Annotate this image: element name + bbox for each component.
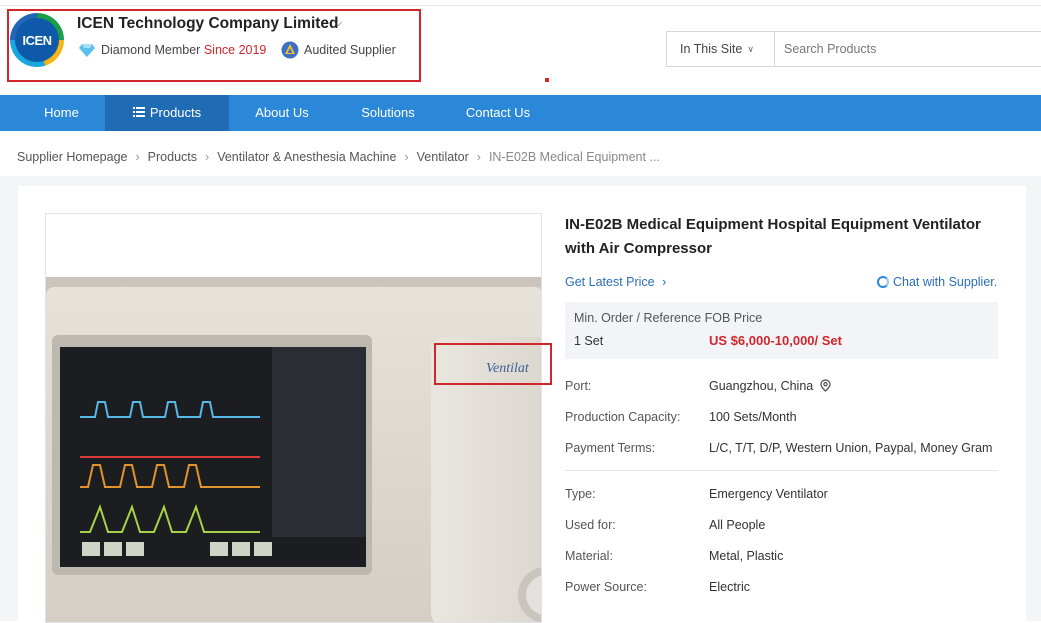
main-nav: Home Products About Us Solutions Contact… bbox=[0, 95, 1041, 131]
get-latest-price-link[interactable]: Get Latest Price › bbox=[565, 275, 666, 289]
chevron-down-icon: ∨ bbox=[747, 43, 754, 54]
nav-solutions[interactable]: Solutions bbox=[348, 95, 428, 131]
nav-products-label: Products bbox=[149, 105, 202, 120]
list-icon bbox=[132, 106, 145, 117]
marker-dot bbox=[545, 78, 549, 82]
product-photo: Ventilat bbox=[46, 277, 541, 622]
nav-products[interactable]: Products bbox=[105, 95, 229, 131]
diamond-member-icon bbox=[79, 44, 95, 57]
chat-with-supplier-link[interactable]: Chat with Supplier. bbox=[877, 275, 997, 289]
chevron-right-icon: › bbox=[205, 150, 210, 164]
attr-label-port: Port: bbox=[565, 379, 592, 393]
chat-with-supplier-label: Chat with Supplier. bbox=[893, 275, 998, 289]
nav-about-us[interactable]: About Us bbox=[241, 95, 323, 131]
nav-home[interactable]: Home bbox=[18, 95, 105, 131]
chat-icon bbox=[877, 276, 889, 288]
attr-value-used-for: All People bbox=[709, 518, 766, 532]
chevron-right-icon: › bbox=[476, 150, 481, 164]
product-title: IN-E02B Medical Equipment Hospital Equip… bbox=[565, 216, 981, 257]
chevron-right-icon: › bbox=[135, 150, 140, 164]
attr-label-material: Material: bbox=[565, 549, 613, 563]
attr-label-power-source: Power Source: bbox=[565, 580, 647, 594]
member-since: Since 2019 bbox=[203, 43, 267, 57]
company-logo[interactable]: ICEN bbox=[10, 13, 64, 67]
member-status: Diamond Member Since 2019 bbox=[101, 43, 266, 57]
search-input[interactable] bbox=[776, 32, 1036, 66]
location-pin-icon bbox=[820, 379, 831, 392]
attr-value-material: Metal, Plastic bbox=[709, 549, 784, 563]
nav-contact-us[interactable]: Contact Us bbox=[458, 95, 538, 131]
attr-value-payment: L/C, T/T, D/P, Western Union, Paypal, Mo… bbox=[709, 441, 993, 455]
audited-supplier-icon bbox=[281, 41, 299, 59]
attr-value-port: Guangzhou, China bbox=[709, 379, 831, 393]
get-latest-price-label: Get Latest Price bbox=[565, 275, 655, 289]
attr-label-payment: Payment Terms: bbox=[565, 441, 656, 455]
search-scope-select[interactable]: In This Site ∨ bbox=[667, 32, 775, 66]
breadcrumb-category[interactable]: Ventilator & Anesthesia Machine bbox=[217, 150, 396, 164]
attr-value-capacity: 100 Sets/Month bbox=[709, 410, 797, 424]
breadcrumb-supplier-homepage[interactable]: Supplier Homepage bbox=[17, 150, 128, 164]
breadcrumb-products[interactable]: Products bbox=[148, 150, 197, 164]
chevron-right-icon: › bbox=[404, 150, 409, 164]
top-border bbox=[0, 0, 1041, 6]
attr-value-power-source: Electric bbox=[709, 580, 750, 594]
attr-label-type: Type: bbox=[565, 487, 596, 501]
product-image-frame[interactable]: Ventilat bbox=[45, 213, 542, 623]
chevron-right-icon: › bbox=[662, 275, 667, 289]
company-name[interactable]: ICEN Technology Company Limited bbox=[77, 15, 339, 33]
price-header: Min. Order / Reference FOB Price bbox=[574, 311, 763, 325]
company-logo-text: ICEN bbox=[15, 18, 59, 62]
price-box: Min. Order / Reference FOB Price 1 Set U… bbox=[565, 302, 998, 359]
breadcrumb-current: IN-E02B Medical Equipment ... bbox=[488, 150, 660, 164]
search-bar: In This Site ∨ bbox=[666, 31, 1041, 67]
search-scope-label: In This Site bbox=[680, 42, 743, 56]
attr-value-type: Emergency Ventilator bbox=[709, 487, 828, 501]
price-value: US $6,000-10,000/ Set bbox=[709, 333, 842, 348]
min-order: 1 Set bbox=[574, 334, 604, 348]
audited-supplier-label: Audited Supplier bbox=[304, 43, 396, 57]
chevron-down-icon[interactable]: ⌵ bbox=[334, 17, 342, 30]
member-label: Diamond Member bbox=[101, 43, 201, 57]
device-knob bbox=[518, 567, 541, 622]
attributes-divider bbox=[565, 470, 998, 471]
attr-label-used-for: Used for: bbox=[565, 518, 616, 532]
breadcrumb: Supplier Homepage › Products › Ventilator & … bbox=[17, 150, 660, 164]
breadcrumb-subcategory[interactable]: Ventilator bbox=[417, 150, 469, 164]
image-highlight-box bbox=[434, 343, 552, 385]
attr-label-capacity: Production Capacity: bbox=[565, 410, 681, 424]
port-value: Guangzhou, China bbox=[709, 379, 814, 393]
device-screen bbox=[60, 347, 366, 567]
